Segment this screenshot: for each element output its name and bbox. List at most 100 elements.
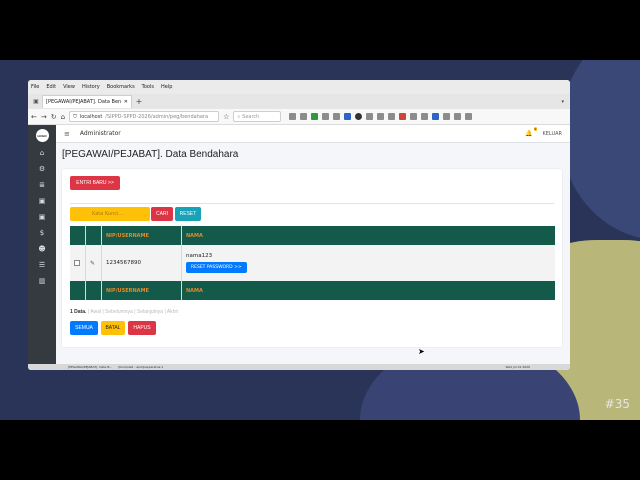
- notification-badge: 0: [533, 127, 538, 131]
- name-cell: nama123 RESET PASSWORD >>: [182, 245, 555, 281]
- taskbar-window[interactable]: [Kompiled - apd@apparatus-1: [118, 365, 163, 369]
- library-icon[interactable]: [300, 113, 308, 120]
- app-logo[interactable]: LOGO: [35, 129, 49, 142]
- data-count: 1 Data.: [70, 309, 87, 315]
- extension-icon[interactable]: [388, 113, 396, 120]
- pager-next[interactable]: Selanjutnya: [137, 309, 163, 315]
- new-entry-button[interactable]: ENTRI BARU >>: [70, 176, 120, 190]
- page-title: [PEGAWAI/PEJABAT]. Data Bendahara: [62, 149, 239, 160]
- extension-icon[interactable]: [377, 113, 385, 120]
- forward-icon[interactable]: →: [41, 113, 47, 121]
- money-icon[interactable]: ▣: [39, 212, 46, 222]
- url-path: /SIPPD-SPPD-2026/admin/peg/bendahara: [105, 113, 209, 120]
- reset-password-button[interactable]: RESET PASSWORD >>: [186, 262, 247, 273]
- toolbar-icons: [289, 113, 473, 120]
- cancel-button[interactable]: BATAL: [101, 321, 125, 335]
- settings-icon[interactable]: ⚙: [39, 164, 45, 174]
- database-icon[interactable]: ≣: [39, 180, 45, 190]
- url-host: localhost: [79, 113, 103, 120]
- menu-view[interactable]: View: [63, 84, 75, 90]
- dollar-icon[interactable]: $: [40, 228, 44, 238]
- menu-history[interactable]: History: [82, 84, 100, 90]
- sidebar: LOGO ⌂ ⚙ ≣ ▣ ▣ $ ☻ ☰ ▥: [28, 125, 56, 364]
- hamburger-menu-icon[interactable]: [465, 113, 473, 120]
- search-icon: ⌕: [237, 113, 241, 120]
- account-icon[interactable]: [443, 113, 451, 120]
- edit-icon[interactable]: ✎: [90, 260, 95, 267]
- nip-cell: 1234567890: [102, 245, 182, 281]
- reader-icon[interactable]: [322, 113, 330, 120]
- menu-file[interactable]: File: [31, 84, 39, 90]
- data-table: NIP/USERNAME NAMA ✎ 1234567890 nama123 R…: [70, 226, 555, 300]
- pager-first[interactable]: Awal: [90, 309, 101, 315]
- main-content: ≡ Administrator 🔔 0 KELUAR [PEGAWAI/PEJAB…: [56, 125, 570, 364]
- extension-icon[interactable]: [399, 113, 407, 120]
- search-placeholder: Search: [242, 113, 260, 120]
- divider: [70, 203, 554, 204]
- pagination: 1 Data. | Awal | Sebelumnya | Selanjutny…: [70, 309, 179, 315]
- bell-icon[interactable]: 🔔 0: [525, 127, 538, 137]
- column-header-nama: NAMA: [186, 232, 203, 239]
- wallpaper-shape: [560, 60, 640, 240]
- keyword-input[interactable]: Kata Kunci...: [70, 207, 150, 221]
- lock-icon: ⛉: [73, 113, 77, 120]
- row-checkbox[interactable]: [74, 260, 80, 266]
- pager-prev[interactable]: Sebelumnya: [105, 309, 133, 315]
- table-header: NIP/USERNAME NAMA: [70, 226, 555, 245]
- screenshot-icon[interactable]: [333, 113, 341, 120]
- extensions-menu-icon[interactable]: [454, 113, 462, 120]
- dashboard-icon[interactable]: ⌂: [40, 148, 44, 158]
- url-bar[interactable]: ⛉ localhost/SIPPD-SPPD-2026/admin/peg/be…: [69, 111, 220, 122]
- reload-icon[interactable]: ↻: [51, 113, 57, 121]
- user-name: Administrator: [79, 130, 121, 137]
- back-icon[interactable]: ←: [31, 113, 37, 121]
- download-icon[interactable]: [311, 113, 319, 120]
- menu-tools[interactable]: Tools: [142, 84, 154, 90]
- menu-help[interactable]: Help: [161, 84, 172, 90]
- browser-tab[interactable]: [PEGAWAI/PEJABAT]. Data Benda ✕: [42, 95, 132, 108]
- name-value: nama123: [186, 253, 213, 259]
- extension-icon[interactable]: [410, 113, 418, 120]
- search-button[interactable]: CARI: [151, 207, 173, 221]
- taskbar: [PEGAWAI/PEJABAT]. Data B... [Kompiled -…: [28, 364, 570, 370]
- money-icon[interactable]: ▣: [39, 196, 46, 206]
- tab-bar: ▣ [PEGAWAI/PEJABAT]. Data Benda ✕ + ▾: [28, 94, 570, 109]
- table-footer: NIP/USERNAME NAMA: [70, 281, 555, 300]
- menu-bookmarks[interactable]: Bookmarks: [107, 84, 135, 90]
- extension-icon[interactable]: [344, 113, 352, 120]
- tab-overview-icon[interactable]: ▣: [30, 98, 42, 105]
- column-header: [70, 226, 86, 245]
- menu-edit[interactable]: Edit: [46, 84, 56, 90]
- downloads-icon[interactable]: [432, 113, 440, 120]
- taskbar-window[interactable]: [PEGAWAI/PEJABAT]. Data B...: [68, 365, 112, 369]
- close-icon[interactable]: ✕: [124, 99, 128, 105]
- column-footer-nama: NAMA: [186, 287, 203, 294]
- menu-bar: File Edit View History Bookmarks Tools H…: [28, 80, 570, 94]
- building-icon[interactable]: ▥: [39, 276, 46, 286]
- navigation-bar: ← → ↻ ⌂ ⛉ localhost/SIPPD-SPPD-2026/admi…: [28, 109, 570, 125]
- extension-icon[interactable]: [366, 113, 374, 120]
- web-page: LOGO ⌂ ⚙ ≣ ▣ ▣ $ ☻ ☰ ▥ ≡ Administrator 🔔…: [28, 125, 570, 364]
- pager-last[interactable]: Akhir: [167, 309, 178, 315]
- list-icon[interactable]: ☰: [39, 260, 45, 270]
- browser-window: File Edit View History Bookmarks Tools H…: [28, 80, 570, 370]
- column-header: [86, 226, 102, 245]
- extension-icon[interactable]: [355, 113, 363, 120]
- tab-title: [PEGAWAI/PEJABAT]. Data Benda: [46, 99, 121, 105]
- home-icon[interactable]: ⌂: [61, 113, 65, 121]
- delete-button[interactable]: HAPUS: [128, 321, 156, 335]
- star-icon[interactable]: ☆: [223, 113, 229, 121]
- table-row: ✎ 1234567890 nama123 RESET PASSWORD >>: [70, 245, 555, 281]
- bookmarks-icon[interactable]: [289, 113, 297, 120]
- column-header-nip: NIP/USERNAME: [102, 226, 182, 245]
- chevron-down-icon[interactable]: ▾: [561, 99, 564, 105]
- search-bar[interactable]: ⌕ Search: [233, 111, 282, 122]
- extension-icon[interactable]: [421, 113, 429, 120]
- logout-link[interactable]: KELUAR: [542, 131, 562, 137]
- select-all-button[interactable]: SEMUA: [70, 321, 98, 335]
- reset-button[interactable]: RESET: [175, 207, 201, 221]
- users-icon[interactable]: ☻: [38, 244, 45, 254]
- menu-toggle-icon[interactable]: ≡: [64, 130, 70, 138]
- new-tab-icon[interactable]: +: [132, 97, 146, 106]
- mouse-cursor-icon: ➤: [418, 347, 425, 356]
